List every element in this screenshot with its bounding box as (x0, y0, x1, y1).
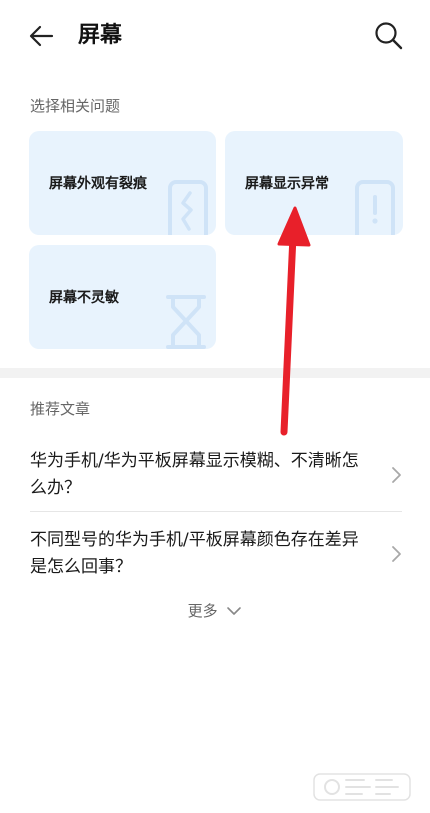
more-button[interactable]: 更多 (0, 600, 430, 621)
article-divider (30, 511, 402, 512)
question-card-display-abnormal[interactable]: 屏幕显示异常 (225, 131, 403, 235)
more-label: 更多 (187, 602, 218, 620)
question-card-label: 屏幕外观有裂痕 (49, 176, 147, 192)
search-icon (375, 22, 403, 50)
question-card-label: 屏幕不灵敏 (49, 290, 119, 306)
arrow-left-icon (29, 25, 54, 47)
chevron-right-icon (392, 546, 401, 562)
phone-alert-icon (355, 180, 395, 235)
article-title: 华为手机/华为平板屏幕显示模糊、不清晰怎么办？ (30, 451, 359, 498)
question-card-label: 屏幕显示异常 (245, 176, 329, 192)
screen-settings-page: 屏幕 选择相关问题 屏幕外观有裂痕 屏幕显示异常 屏幕不灵敏 推荐文章 华为手机… (0, 0, 430, 813)
recommended-articles-label: 推荐文章 (30, 400, 91, 418)
search-button[interactable] (372, 19, 406, 53)
chevron-down-icon (227, 606, 242, 615)
hourglass-icon (166, 295, 206, 349)
page-title: 屏幕 (78, 23, 123, 48)
article-item[interactable]: 不同型号的华为手机/平板屏幕颜色存在差异是怎么回事？ (30, 527, 402, 581)
question-card-insensitive[interactable]: 屏幕不灵敏 (29, 245, 216, 349)
section-divider (0, 368, 430, 378)
watermark-logo-icon (313, 773, 411, 801)
article-title: 不同型号的华为手机/平板屏幕颜色存在差异是怎么回事？ (30, 530, 359, 577)
cracked-phone-icon (168, 180, 208, 235)
back-button[interactable] (26, 20, 58, 52)
question-card-cracked[interactable]: 屏幕外观有裂痕 (29, 131, 216, 235)
chevron-right-icon (392, 467, 401, 483)
header-bar: 屏幕 (0, 0, 430, 72)
related-questions-label: 选择相关问题 (30, 97, 121, 115)
article-item[interactable]: 华为手机/华为平板屏幕显示模糊、不清晰怎么办？ (30, 448, 402, 502)
